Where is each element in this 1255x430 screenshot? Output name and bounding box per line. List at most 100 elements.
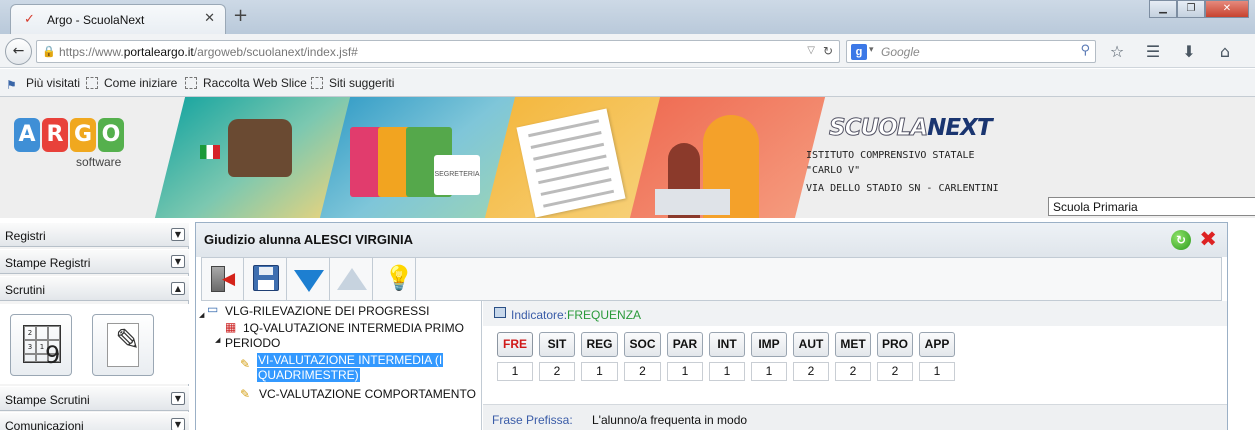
browser-tab[interactable]: ✓ Argo - ScuolaNext ✕: [10, 4, 226, 34]
giudizi-edit-button[interactable]: ✎: [92, 314, 154, 376]
logo-letter: A: [14, 118, 40, 152]
hint-button[interactable]: 💡: [374, 258, 416, 300]
code-value[interactable]: 1: [709, 362, 745, 381]
arrow-down-icon: [294, 270, 324, 292]
menu-scrutini[interactable]: Scrutini ▲: [0, 276, 189, 301]
pencil-icon: ✎: [240, 387, 251, 401]
code-button[interactable]: INT: [709, 332, 745, 357]
bookmark-star-icon[interactable]: ☆: [1106, 42, 1128, 61]
next-button[interactable]: [288, 258, 330, 300]
expand-icon[interactable]: ▼: [171, 228, 185, 241]
tree-root-label[interactable]: VLG-RILEVAZIONE DEI PROGRESSI: [225, 304, 430, 319]
pencil-icon: ✎: [240, 357, 251, 371]
minimize-icon[interactable]: ▁: [1149, 0, 1177, 18]
previous-button[interactable]: [331, 258, 373, 300]
collapse-icon[interactable]: ▲: [171, 282, 185, 295]
search-engine-dropdown-icon[interactable]: ▾: [869, 45, 874, 55]
window-close-icon[interactable]: ✕: [1205, 0, 1249, 18]
close-icon[interactable]: ✖: [1199, 227, 1217, 251]
code-button[interactable]: REG: [581, 332, 618, 357]
close-tab-icon[interactable]: ✕: [204, 11, 215, 26]
indicator-icon: [494, 307, 506, 318]
search-bar[interactable]: g ▾ Google ⚲: [846, 40, 1096, 63]
back-icon[interactable]: ←: [5, 38, 32, 65]
bookmark-web-slice[interactable]: Raccolta Web Slice: [185, 76, 307, 90]
panel-header: Giudizio alunna ALESCI VIRGINIA ↻ ✖: [196, 223, 1227, 257]
menu-comunicazioni[interactable]: Comunicazioni ▼: [0, 412, 189, 430]
scrutini-grid-button[interactable]: 2 31 9: [10, 314, 72, 376]
page-icon: [311, 77, 323, 89]
downloads-icon[interactable]: ⬇: [1178, 42, 1200, 61]
browser-navbar: ← 🔒 https://www.portaleargo.it/argoweb/s…: [0, 34, 1255, 68]
new-tab-icon[interactable]: +: [233, 5, 248, 26]
code-value[interactable]: 2: [624, 362, 661, 381]
expand-icon[interactable]: ▼: [171, 418, 185, 430]
paper-illustration: [516, 108, 626, 218]
code-button[interactable]: AUT: [793, 332, 829, 357]
url-dropdown-icon[interactable]: ▽: [807, 45, 815, 56]
url-bar[interactable]: 🔒 https://www.portaleargo.it/argoweb/scu…: [36, 40, 840, 63]
tree-toggle-icon[interactable]: ◢: [215, 336, 220, 344]
bookmark-piu-visitati[interactable]: ⚑ Più visitati: [6, 76, 80, 92]
code-button[interactable]: PRO: [877, 332, 913, 357]
code-button[interactable]: FRE: [497, 332, 533, 357]
maximize-icon[interactable]: ❐: [1177, 0, 1205, 18]
exit-button[interactable]: ◀: [202, 258, 244, 300]
menu-label: Scrutini: [5, 283, 46, 297]
code-button[interactable]: SIT: [539, 332, 575, 357]
save-button[interactable]: [245, 258, 287, 300]
frase-value: L'alunno/a frequenta in modo: [592, 413, 748, 427]
indicator-codes: FRE 1 SIT 2 REG 1 SOC 2 PAR 1 INT 1 IMP 1 AUT 2 …: [497, 332, 955, 381]
reload-icon[interactable]: ↻: [823, 44, 833, 58]
google-icon[interactable]: g: [851, 44, 867, 60]
code-value[interactable]: 1: [581, 362, 618, 381]
code-value[interactable]: 2: [539, 362, 575, 381]
lightbulb-icon: 💡: [384, 264, 414, 292]
save-icon: [253, 265, 279, 291]
code-value[interactable]: 1: [919, 362, 955, 381]
menu-registri[interactable]: Registri ▼: [0, 222, 189, 247]
code-button[interactable]: IMP: [751, 332, 787, 357]
indicator-header: Indicatore:FREQUENZA: [483, 301, 1227, 326]
home-icon[interactable]: ⌂: [1214, 42, 1236, 61]
code-value[interactable]: 2: [793, 362, 829, 381]
scrutini-panel: 2 31 9 ✎: [0, 304, 189, 384]
tree-comportamento[interactable]: VC-VALUTAZIONE COMPORTAMENTO: [259, 387, 476, 402]
code-value[interactable]: 1: [667, 362, 703, 381]
code-button[interactable]: PAR: [667, 332, 703, 357]
tree-root-icon: ▭: [207, 302, 219, 316]
code-value[interactable]: 2: [835, 362, 871, 381]
expand-icon[interactable]: ▼: [171, 255, 185, 268]
app-banner: A R G O software SEGRETERIA SCUOLANEXT I…: [0, 97, 1255, 218]
indicator-label: Indicatore:FREQUENZA: [511, 308, 642, 322]
argo-logo: A R G O: [14, 118, 124, 152]
code-value[interactable]: 1: [497, 362, 533, 381]
menu-stampe-scrutini[interactable]: Stampe Scrutini ▼: [0, 386, 189, 411]
indicator-chip: FRE 1: [497, 332, 533, 381]
code-value[interactable]: 1: [751, 362, 787, 381]
bookmark-come-iniziare[interactable]: Come iniziare: [86, 76, 177, 90]
expand-icon[interactable]: ▼: [171, 392, 185, 405]
search-icon[interactable]: ⚲: [1080, 43, 1090, 58]
school-type-field[interactable]: Scuola Primaria: [1048, 197, 1255, 216]
menu-stampe-registri[interactable]: Stampe Registri ▼: [0, 249, 189, 274]
indicator-chip: SOC 2: [624, 332, 661, 381]
url-text: https://www.portaleargo.it/argoweb/scuol…: [59, 45, 358, 59]
menu-label: Comunicazioni: [5, 419, 84, 430]
code-button[interactable]: MET: [835, 332, 871, 357]
giudizio-panel: Giudizio alunna ALESCI VIRGINIA ↻ ✖ ◀ 💡 …: [195, 222, 1228, 430]
code-button[interactable]: APP: [919, 332, 955, 357]
menu-label: Stampe Scrutini: [5, 393, 90, 407]
tree-toggle-icon[interactable]: ◢: [199, 311, 204, 319]
code-button[interactable]: SOC: [624, 332, 661, 357]
refresh-icon[interactable]: ↻: [1171, 230, 1191, 250]
code-value[interactable]: 2: [877, 362, 913, 381]
bookmarks-list-icon[interactable]: ☰: [1142, 42, 1164, 61]
frase-prefissa-row: Frase Prefissa: L'alunno/a frequenta in …: [483, 404, 1227, 430]
school-name-line1: ISTITUTO COMPRENSIVO STATALE: [806, 150, 975, 161]
tree-selected-item[interactable]: VI-VALUTAZIONE INTERMEDIA (I QUADRIMESTRE…: [257, 353, 444, 383]
indicator-chip: INT 1: [709, 332, 745, 381]
bookmark-siti-suggeriti[interactable]: Siti suggeriti: [311, 76, 394, 90]
indicator-chip: APP 1: [919, 332, 955, 381]
tree-period-label[interactable]: 1Q-VALUTAZIONE INTERMEDIA PRIMO PERIODO: [225, 321, 464, 351]
